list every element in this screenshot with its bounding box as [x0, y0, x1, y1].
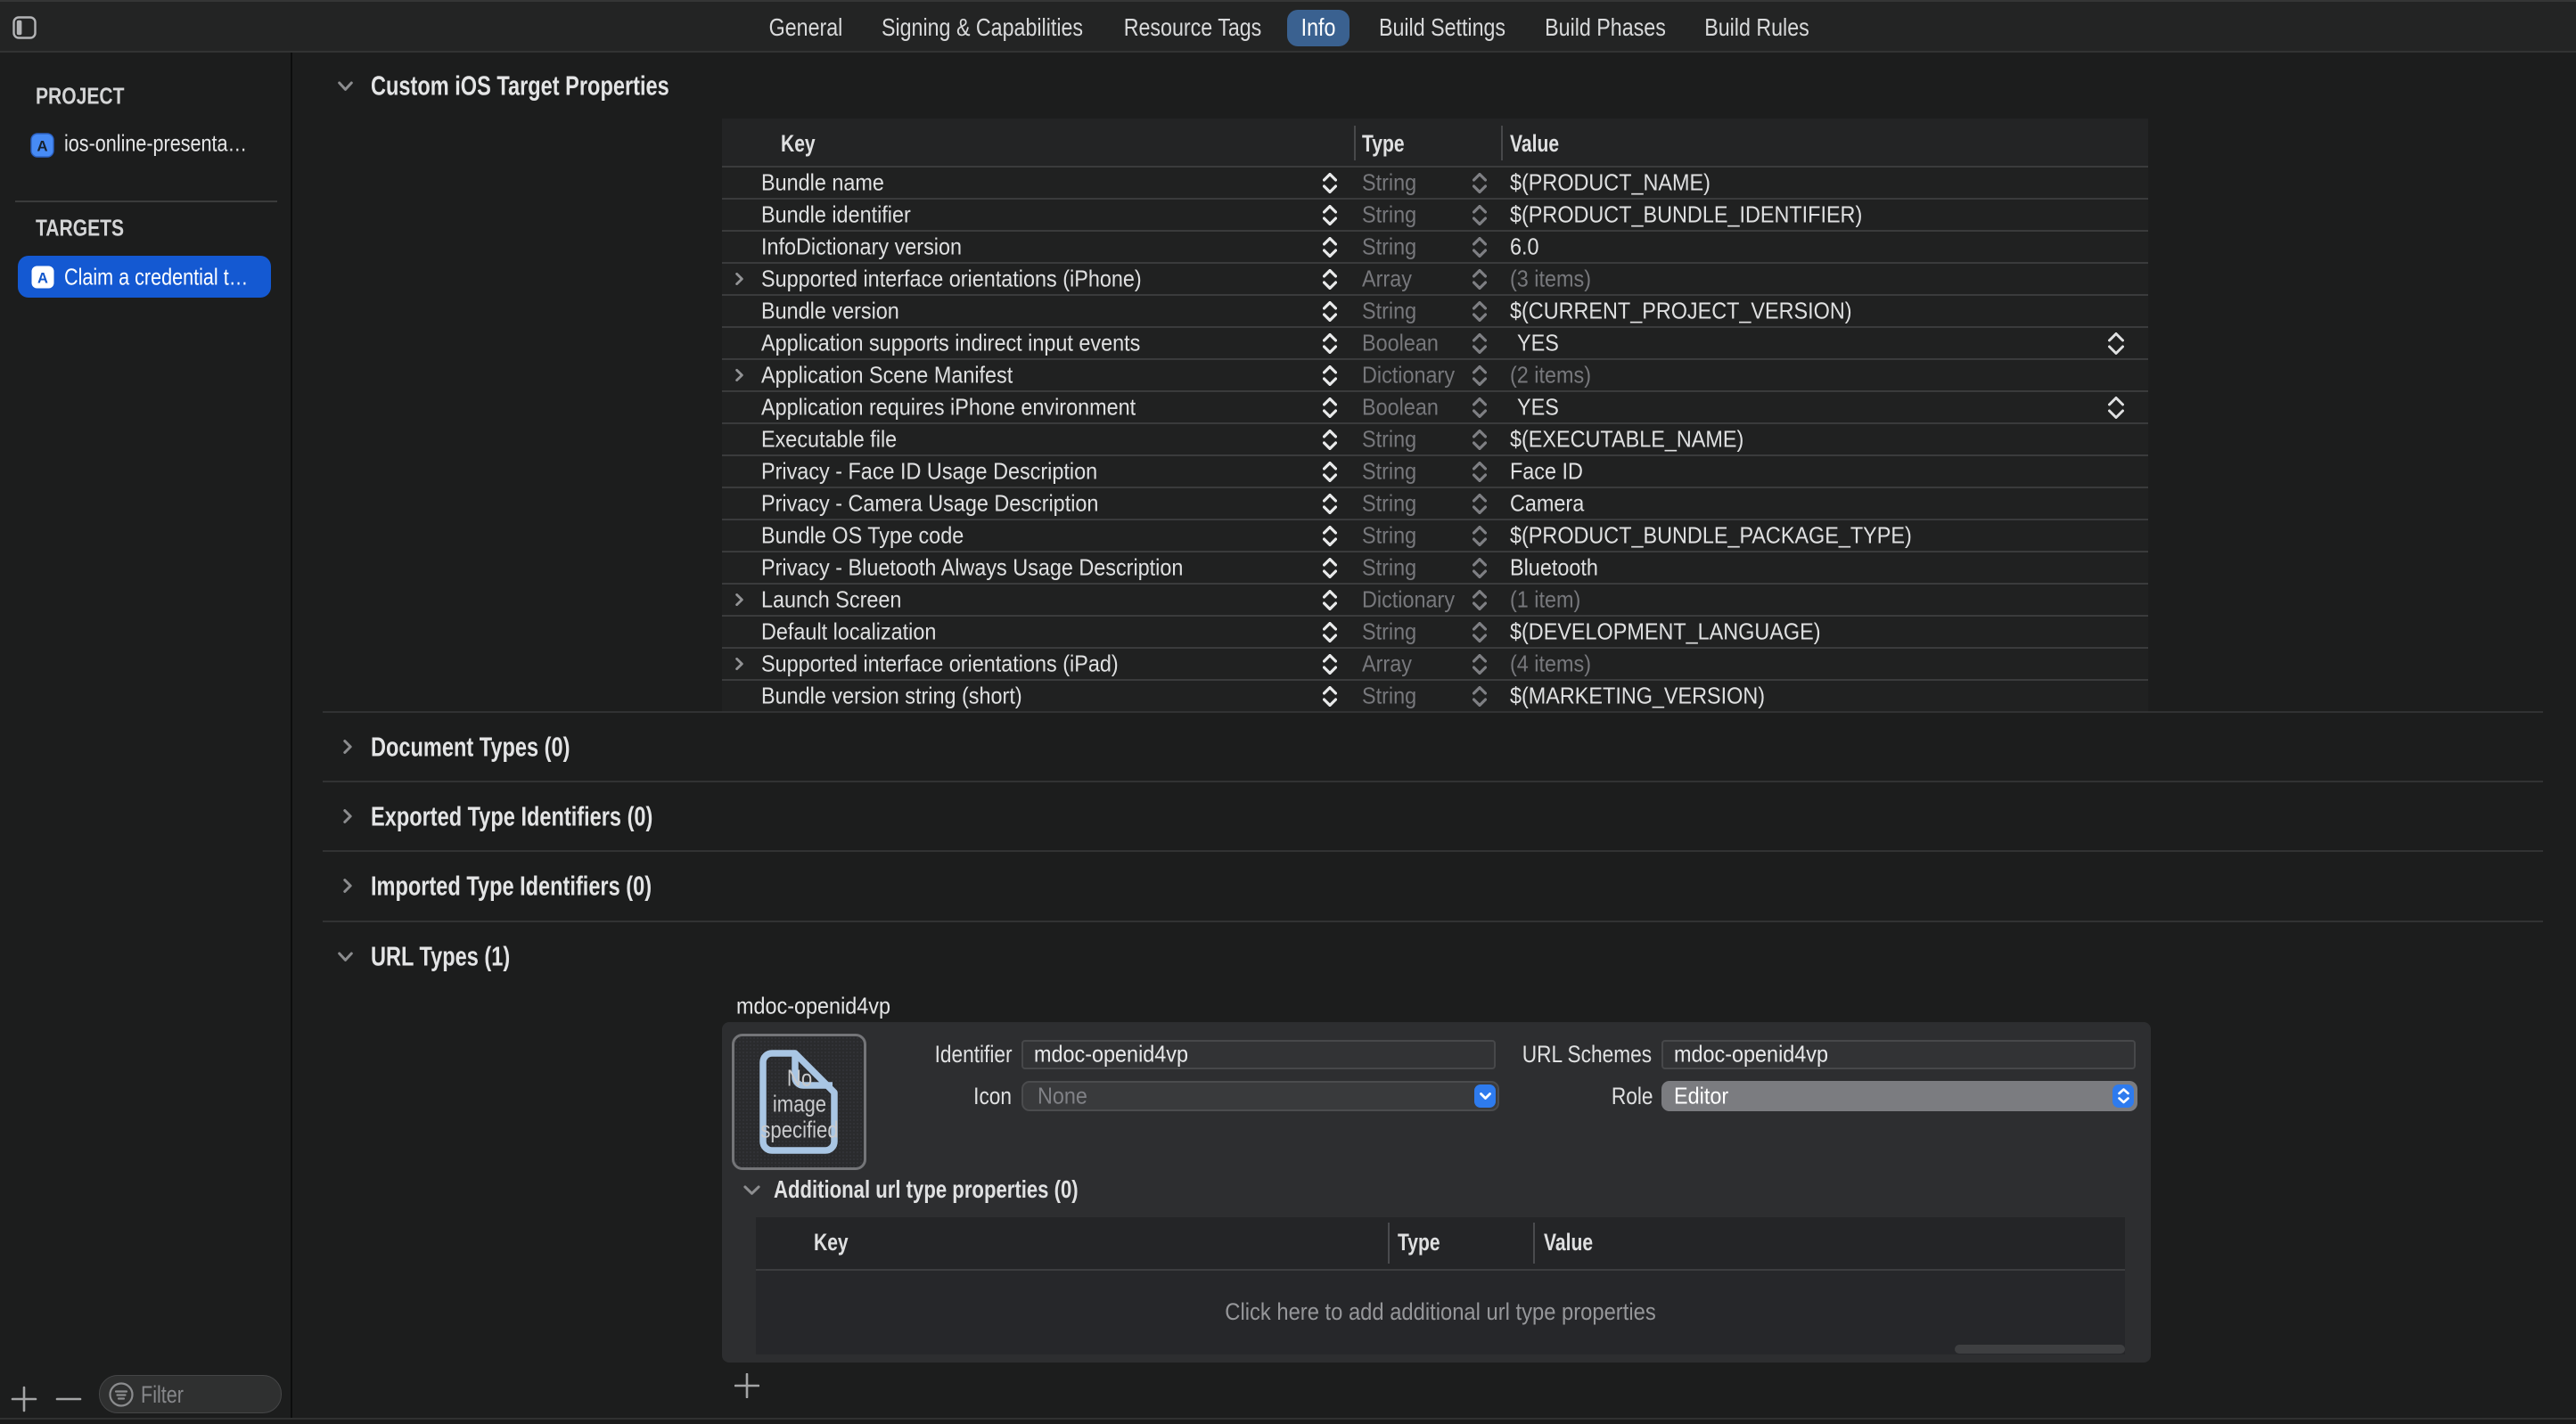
svg-text:A: A: [37, 138, 47, 155]
svg-text:A: A: [37, 271, 48, 287]
